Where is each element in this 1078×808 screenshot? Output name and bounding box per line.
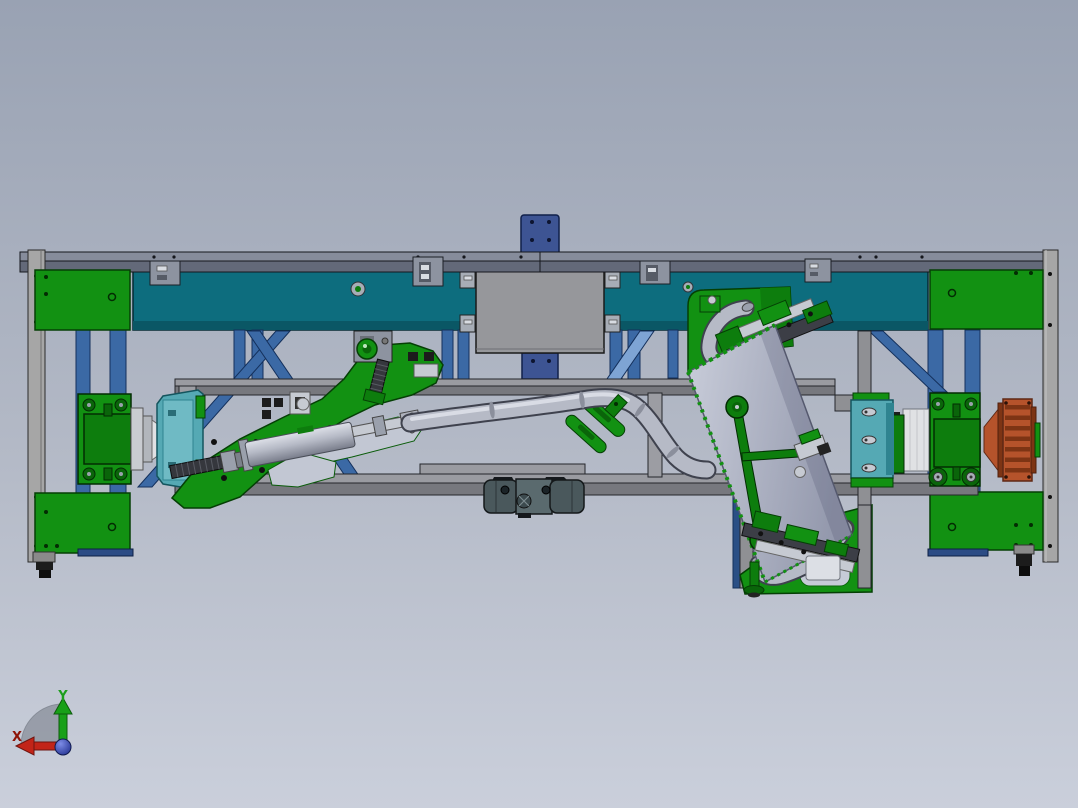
rail-clip	[639, 260, 671, 285]
right-chuck	[850, 392, 905, 488]
x-axis-label: X	[12, 730, 22, 745]
cad-viewport[interactable]: X Y	[0, 0, 1078, 808]
z-axis-knob	[54, 738, 72, 756]
rail-clip	[412, 256, 444, 287]
center-mount-plate	[459, 261, 621, 354]
rail-clip	[149, 260, 181, 286]
leveling-foot	[32, 551, 56, 578]
right-drive-unit	[889, 392, 1041, 487]
leveling-foot	[1013, 544, 1035, 576]
top-mount-plate	[520, 214, 560, 256]
bottom-clamp-block	[483, 477, 585, 518]
motor	[983, 398, 1041, 482]
tilted-panel-fixture	[686, 286, 873, 598]
model-canvas[interactable]: X Y	[0, 0, 1078, 808]
bottom-mount-plate	[521, 352, 559, 380]
orientation-triad: X Y	[12, 689, 73, 756]
y-axis-label: Y	[57, 689, 68, 704]
rail-clip	[804, 258, 832, 283]
